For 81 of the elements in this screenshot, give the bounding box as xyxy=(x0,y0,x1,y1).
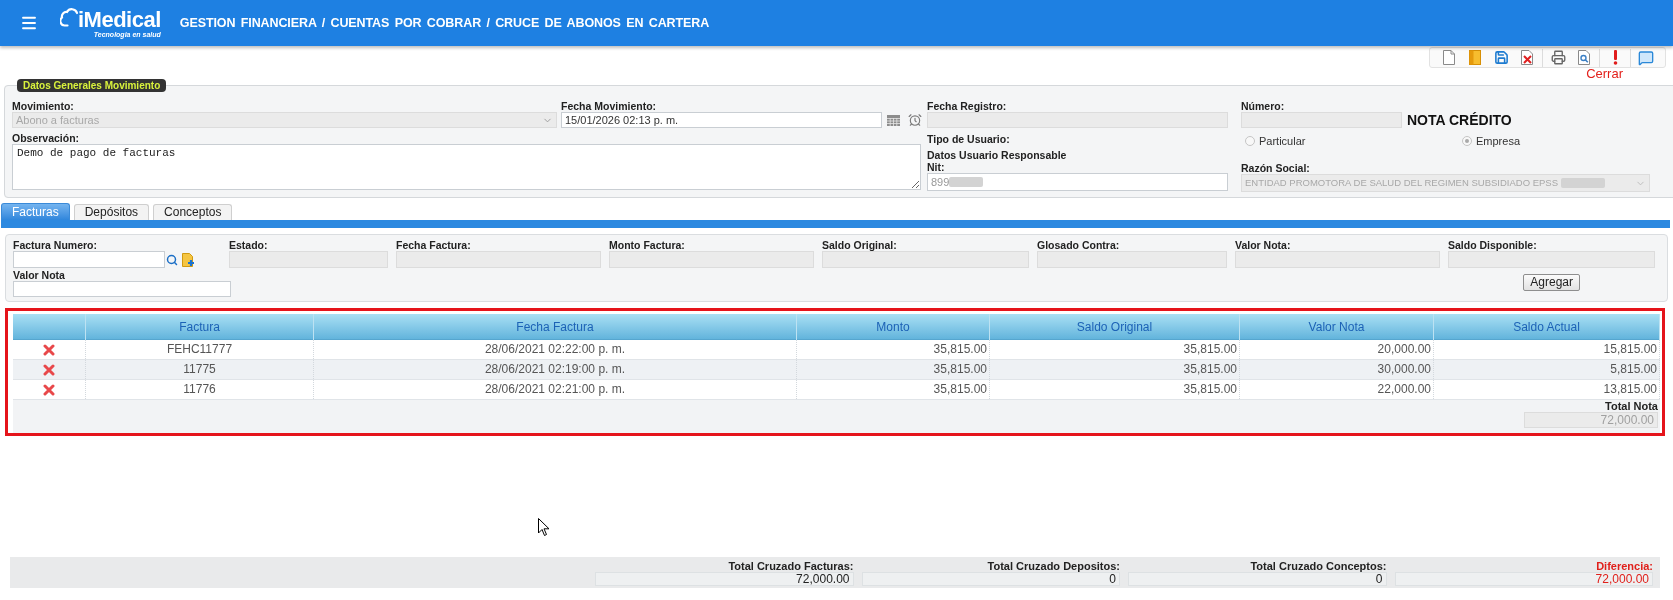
field-label: Nit: xyxy=(927,161,946,173)
table-cell: 15,815.00 xyxy=(1434,340,1660,359)
delete-icon[interactable] xyxy=(43,363,55,376)
field-label: Observación: xyxy=(12,132,81,144)
field-label: Valor Nota xyxy=(13,269,66,281)
table-cell: 35,815.00 xyxy=(797,380,990,399)
breadcrumb: GESTION FINANCIERA / CUENTAS POR COBRAR / CRUCE DE ABONOS EN CARTERA xyxy=(179,14,710,32)
total-label: Diferencia: xyxy=(1595,560,1653,572)
invoice-number-field[interactable] xyxy=(13,251,165,268)
radio-label: Particular xyxy=(1259,135,1306,147)
field-label: Fecha Factura: xyxy=(396,239,472,251)
field-label: Movimiento: xyxy=(12,100,75,112)
document-type-title: NOTA CRÉDITO xyxy=(1407,112,1512,128)
folder-icon[interactable] xyxy=(1469,50,1481,65)
field-label: Número: xyxy=(1241,100,1286,112)
radio-button[interactable] xyxy=(1462,136,1472,146)
add-button[interactable]: Agregar xyxy=(1523,274,1580,291)
table-cell: 28/06/2021 02:19:00 p. m. xyxy=(314,360,797,379)
field-label: Fecha Registro: xyxy=(927,100,1008,112)
total-field[interactable]: 72,000.00 xyxy=(595,572,854,586)
field-label: Fecha Movimiento: xyxy=(561,100,658,112)
print-icon[interactable] xyxy=(1550,50,1566,65)
total-label: Total Cruzado Facturas: xyxy=(727,560,854,572)
tab[interactable]: Depósitos xyxy=(73,204,150,220)
field-label: Tipo de Usuario: xyxy=(927,133,1011,145)
radio-label: Empresa xyxy=(1476,135,1521,147)
table-cell: 35,815.00 xyxy=(990,340,1240,359)
tab[interactable]: Conceptos xyxy=(153,204,233,220)
field-label: Saldo Original: xyxy=(822,239,898,251)
field-label: Estado: xyxy=(229,239,269,251)
search-icon[interactable] xyxy=(166,253,178,266)
table-cell: 13,815.00 xyxy=(1434,380,1660,399)
clock-icon[interactable] xyxy=(908,113,922,127)
total-label: Total Cruzado Depositos: xyxy=(986,560,1120,572)
amount-field[interactable] xyxy=(13,281,231,297)
table-cell: 35,815.00 xyxy=(797,360,990,379)
table-cell: 20,000.00 xyxy=(1240,340,1434,359)
new-document-icon[interactable] xyxy=(1443,50,1455,65)
total-label: Total Cruzado Conceptos: xyxy=(1249,560,1387,572)
table-cell: 11775 xyxy=(86,360,314,379)
field-label: Razón Social: xyxy=(1241,162,1311,174)
save-icon[interactable] xyxy=(1493,50,1509,65)
total-field[interactable]: 0 xyxy=(1128,572,1387,586)
table-cell: 28/06/2021 02:22:00 p. m. xyxy=(314,340,797,359)
delete-document-icon[interactable] xyxy=(1520,50,1534,65)
total-label: Total Nota xyxy=(1605,400,1658,412)
field-label: Glosado Contra: xyxy=(1037,239,1121,251)
table-cell: FEHC11777 xyxy=(86,340,314,359)
cloud-logo-icon xyxy=(60,7,78,30)
field-label: Monto Factura: xyxy=(609,239,686,251)
table-cell: 35,815.00 xyxy=(990,360,1240,379)
mouse-cursor-icon xyxy=(538,518,550,537)
table-cell: 11776 xyxy=(86,380,314,399)
exclamation-icon[interactable] xyxy=(1612,50,1618,65)
delete-icon[interactable] xyxy=(43,343,55,356)
logo-wordmark: iMedical xyxy=(78,8,161,31)
observation-field[interactable]: Demo de pago de facturas xyxy=(12,144,921,190)
table-cell: 22,000.00 xyxy=(1240,380,1434,399)
table-cell: 35,815.00 xyxy=(797,340,990,359)
field-label: Saldo Disponible: xyxy=(1448,239,1538,251)
comment-icon[interactable] xyxy=(1638,49,1654,66)
tab[interactable]: Facturas xyxy=(1,203,70,220)
field-label: Valor Nota: xyxy=(1235,239,1292,251)
table-cell: 35,815.00 xyxy=(990,380,1240,399)
date-field[interactable]: 15/01/2026 02:13 p. m. xyxy=(561,112,882,128)
calendar-icon[interactable] xyxy=(887,114,900,126)
add-document-icon[interactable] xyxy=(182,252,196,267)
menu-icon[interactable] xyxy=(20,14,38,32)
total-field[interactable]: 72,000.00 xyxy=(1394,572,1653,586)
radio-button[interactable] xyxy=(1245,136,1255,146)
preview-icon[interactable] xyxy=(1578,50,1590,65)
total-field[interactable]: 0 xyxy=(861,572,1120,586)
close-link[interactable]: Cerrar xyxy=(1586,68,1623,79)
table-cell: 30,000.00 xyxy=(1240,360,1434,379)
field-label: Factura Numero: xyxy=(13,239,98,251)
nit-field[interactable]: 899 xyxy=(927,173,1228,191)
delete-icon[interactable] xyxy=(43,383,55,396)
section-heading: Datos Usuario Responsable xyxy=(927,149,1068,161)
table-cell: 5,815.00 xyxy=(1434,360,1660,379)
section-legend: Datos Generales Movimiento xyxy=(17,79,167,92)
table-cell: 28/06/2021 02:21:00 p. m. xyxy=(314,380,797,399)
